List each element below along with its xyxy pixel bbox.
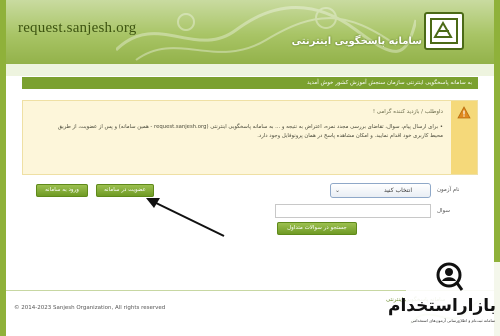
site-url: request.sanjesh.org xyxy=(18,20,137,36)
warning-body: • برای ارسال پیام، سوال، تقاضای بررسی مج… xyxy=(57,124,443,139)
warning-side xyxy=(451,101,477,174)
warning-icon xyxy=(457,106,471,119)
watermark-text: بازاراستخدام xyxy=(387,296,496,316)
header-divider xyxy=(6,64,494,76)
search-faq-button[interactable]: جستجو در سوالات متداول xyxy=(277,222,357,235)
header-ornament xyxy=(116,6,416,61)
copyright-text: © 2014-2023 Sanjesh Organization, All ri… xyxy=(14,305,166,311)
question-label: سوال xyxy=(437,208,450,214)
site-title: سامانه پاسخگویی اینترنتی xyxy=(291,36,422,47)
login-button[interactable]: ورود به سامانه xyxy=(36,184,88,197)
exam-label: نام آزمون xyxy=(437,187,460,193)
user-search-icon xyxy=(436,262,464,291)
watermark-subtext: سامانه ثبت‌نام و اطلاع‌رسانی آزمون‌های ا… xyxy=(410,318,496,323)
chevron-down-icon: ⌄ xyxy=(335,187,341,194)
warning-panel: داوطلب / بازدید کننده گرامی ! • برای ارس… xyxy=(22,100,478,175)
arrow-annotation-icon xyxy=(146,198,225,237)
exam-select[interactable]: انتخاب کنید ⌄ xyxy=(330,183,431,198)
warning-heading: داوطلب / بازدید کننده گرامی ! xyxy=(372,109,443,115)
sanjesh-logo-icon[interactable] xyxy=(424,12,464,50)
question-input[interactable] xyxy=(275,204,431,218)
site-header: request.sanjesh.org سامانه پاسخگویی اینت… xyxy=(6,0,494,64)
welcome-notice-bar: به سامانه پاسخگویی اینترنتی سازمان سنجش … xyxy=(22,77,478,89)
exam-select-value: انتخاب کنید xyxy=(383,187,412,194)
